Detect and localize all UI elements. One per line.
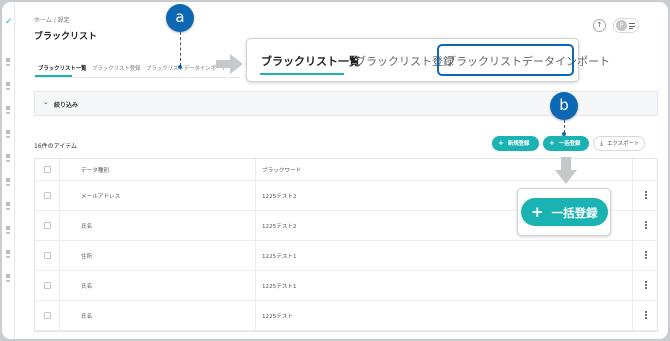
nav-item-5[interactable] — [4, 154, 12, 168]
zoom-callout-tabs: ブラックリスト一覧 ブラックリスト登録 ブラックリストデータインポート — [246, 38, 610, 82]
row-checkbox[interactable] — [43, 222, 51, 229]
tab-blacklist-list[interactable]: ブラックリスト一覧 — [38, 64, 87, 72]
annotation-leader-line-a — [180, 32, 181, 66]
new-register-button[interactable]: + 新規登録 — [492, 136, 539, 151]
cell-data-type: 氏名 — [59, 211, 256, 240]
column-header-data-type[interactable]: データ種別 — [59, 159, 256, 180]
more-vert-icon[interactable] — [645, 250, 647, 261]
nav-item-10[interactable] — [4, 274, 12, 288]
cell-data-type: 氏名 — [59, 301, 256, 330]
cell-black-word: 1225テスト1 — [256, 241, 633, 270]
row-checkbox[interactable] — [43, 192, 51, 199]
item-count: 16件のアイテム — [34, 143, 78, 150]
page-title: ブラックリスト — [34, 32, 98, 42]
breadcrumb: ホーム / 設定 — [34, 17, 70, 24]
nav-item-2[interactable] — [4, 82, 12, 96]
zoom-bulk-register-button: + 一括登録 — [521, 198, 608, 226]
table-row[interactable]: 氏名 1225テスト — [35, 301, 657, 331]
row-checkbox[interactable] — [43, 252, 51, 259]
export-label: エクスポート — [607, 141, 640, 147]
export-button[interactable]: ⤓ エクスポート — [593, 136, 645, 151]
more-vert-icon[interactable] — [645, 190, 647, 201]
annotation-dot-b — [562, 132, 566, 136]
nav-item-9[interactable] — [4, 250, 12, 264]
filter-label: 絞り込み — [54, 102, 79, 109]
cell-black-word: 1225テスト1 — [256, 271, 633, 300]
cell-data-type: 氏名 — [59, 271, 256, 300]
zoom-active-tab-indicator — [260, 73, 344, 75]
nav-item-6[interactable] — [4, 178, 12, 192]
zoom-tab-list: ブラックリスト一覧 — [261, 55, 360, 68]
cell-data-type: 住所 — [59, 241, 256, 270]
user-menu[interactable]: P — [613, 18, 639, 33]
more-vert-icon[interactable] — [645, 220, 647, 231]
bulk-register-label: 一括登録 — [558, 141, 581, 147]
nav-item-3[interactable] — [4, 106, 12, 120]
new-register-label: 新規登録 — [507, 141, 530, 147]
annotation-marker-a: a — [166, 4, 194, 32]
nav-item-8[interactable] — [4, 226, 12, 240]
zoom-highlight-box — [437, 44, 574, 76]
tab-blacklist-import[interactable]: ブラックリストデータインポート — [146, 64, 227, 72]
nav-item-4[interactable] — [4, 130, 12, 144]
annotation-marker-b: b — [550, 92, 578, 120]
chevron-down-icon: ⌄ — [43, 98, 49, 106]
tab-blacklist-register[interactable]: ブラックリスト登録 — [92, 64, 141, 72]
annotation-dot-a — [178, 65, 182, 69]
select-all-checkbox[interactable] — [43, 166, 51, 173]
nav-item-7[interactable] — [4, 202, 12, 216]
more-vert-icon[interactable] — [645, 310, 647, 321]
screenshot-frame: ✓ ホーム / 設定 ブラックリスト ↑ P ブラックリスト一覧 ブラックリスト… — [0, 0, 670, 341]
arrow-right-icon — [216, 54, 243, 74]
upload-icon[interactable]: ↑ — [593, 19, 606, 32]
logo-icon: ✓ — [5, 17, 13, 27]
bulk-register-button[interactable]: + 一括登録 — [543, 136, 589, 151]
plus-icon: + — [498, 139, 504, 147]
avatar: P — [616, 20, 627, 31]
table-row[interactable]: 氏名 1225テスト1 — [35, 271, 657, 301]
row-checkbox[interactable] — [43, 282, 51, 289]
menu-icon — [629, 23, 635, 31]
plus-icon: + — [549, 139, 555, 147]
row-checkbox[interactable] — [43, 312, 51, 319]
cell-black-word: 1225テスト — [256, 301, 633, 330]
download-icon: ⤓ — [600, 139, 604, 147]
table-row[interactable]: 住所 1225テスト1 — [35, 241, 657, 271]
nav-item-1[interactable] — [4, 58, 12, 72]
cell-data-type: メールアドレス — [59, 181, 256, 210]
plus-icon: + — [531, 203, 544, 221]
zoom-callout-button: + 一括登録 — [517, 188, 611, 236]
arrow-down-icon — [555, 157, 577, 184]
zoom-bulk-register-label: 一括登録 — [551, 206, 598, 220]
tabs-divider — [34, 77, 240, 78]
left-nav-rail: ✓ — [2, 2, 15, 339]
more-vert-icon[interactable] — [645, 280, 647, 291]
